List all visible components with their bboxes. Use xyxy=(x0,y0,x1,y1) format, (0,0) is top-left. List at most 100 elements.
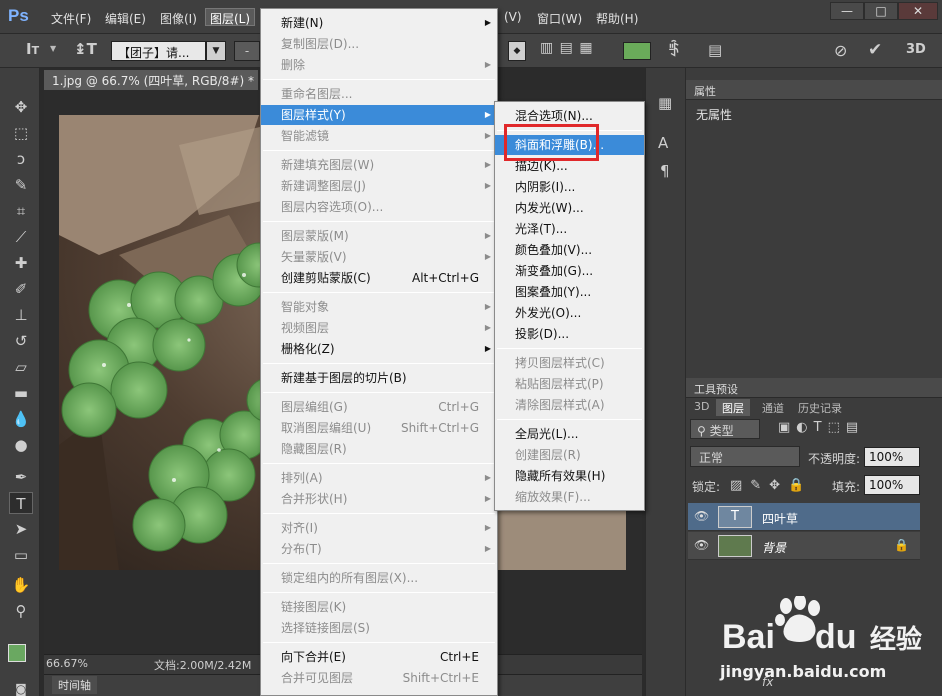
layer-menu-item-16[interactable]: 智能对象 ▶ xyxy=(261,297,497,317)
lasso-tool-icon[interactable]: ↄ xyxy=(9,148,33,170)
path-selection-tool-icon[interactable]: ➤ xyxy=(9,518,33,540)
type-tool-icon[interactable]: ⅠT xyxy=(26,40,39,58)
eyedropper-tool-icon[interactable]: ⟋ xyxy=(9,226,33,248)
layer-style-item-14[interactable]: 粘贴图层样式(P) xyxy=(495,374,644,394)
layer-name[interactable]: 四叶草 xyxy=(762,510,798,527)
rectangle-tool-icon[interactable]: ▭ xyxy=(9,544,33,566)
brush-tool-icon[interactable]: ✐ xyxy=(9,278,33,300)
3d-button[interactable]: 3D xyxy=(906,42,926,57)
layer-filter-select[interactable]: ⚲ 类型 xyxy=(690,419,760,439)
quick-select-tool-icon[interactable]: ✎ xyxy=(9,174,33,196)
foreground-color-swatch[interactable] xyxy=(8,644,26,662)
layer-style-item-6[interactable]: 光泽(T)... xyxy=(495,219,644,239)
tab-history[interactable]: 历史记录 xyxy=(792,399,848,416)
layer-menu-item-14[interactable]: 创建剪贴蒙版(C) Alt+Ctrl+G xyxy=(261,268,497,288)
marquee-tool-icon[interactable]: ⬚ xyxy=(9,122,33,144)
visibility-eye-icon[interactable]: 👁 xyxy=(694,538,709,552)
layer-menu-item-38[interactable]: 合并可见图层 Shift+Ctrl+E xyxy=(261,668,497,688)
menu-image[interactable]: 图像(I) xyxy=(156,9,201,27)
character-icon[interactable]: A xyxy=(658,134,668,152)
text-color-swatch[interactable] xyxy=(623,42,651,60)
layer-menu-item-35[interactable]: 选择链接图层(S) xyxy=(261,618,497,638)
layer-menu-item-29[interactable]: 对齐(I) ▶ xyxy=(261,518,497,538)
clone-stamp-tool-icon[interactable]: ⊥ xyxy=(9,304,33,326)
chevron-down-icon[interactable]: ▼ xyxy=(50,44,56,53)
warp-text-icon[interactable]: ꆕ xyxy=(668,40,680,60)
layer-menu-item-4[interactable]: 重命名图层... xyxy=(261,84,497,104)
font-family-field[interactable]: 【团子】请... xyxy=(111,41,206,61)
properties-icon[interactable]: ▦ xyxy=(658,94,672,112)
font-style-field[interactable]: - xyxy=(234,41,260,61)
commit-icon[interactable]: ✔ xyxy=(868,40,882,60)
layer-row-background[interactable]: 👁 背景 🔒 xyxy=(688,532,920,560)
gradient-tool-icon[interactable]: ▬ xyxy=(9,382,33,404)
layer-menu-item-32[interactable]: 锁定组内的所有图层(X)... xyxy=(261,568,497,588)
layer-menu-item-8[interactable]: 新建填充图层(W) ▶ xyxy=(261,155,497,175)
close-window-button[interactable]: ✕ xyxy=(898,2,938,20)
toggle-orientation-icon[interactable]: ↨T xyxy=(74,40,97,58)
menu-help[interactable]: 帮助(H) xyxy=(592,9,642,27)
layer-style-item-20[interactable]: 缩放效果(F)... xyxy=(495,487,644,507)
document-size[interactable]: 文档:2.00M/2.42M xyxy=(154,657,251,673)
layer-row-text[interactable]: 👁 T 四叶草 xyxy=(688,503,920,531)
paragraph-icon[interactable]: ¶ xyxy=(660,162,670,180)
dodge-tool-icon[interactable]: ● xyxy=(9,434,33,456)
anti-alias-dropdown[interactable]: ◆ xyxy=(508,41,526,61)
layer-style-item-10[interactable]: 外发光(O)... xyxy=(495,303,644,323)
layer-style-item-4[interactable]: 内阴影(I)... xyxy=(495,177,644,197)
minimize-button[interactable]: — xyxy=(830,2,864,20)
character-panel-icon[interactable]: ▤ xyxy=(708,41,722,59)
layer-menu-item-30[interactable]: 分布(T) ▶ xyxy=(261,539,497,559)
layer-menu-item-24[interactable]: 隐藏图层(R) xyxy=(261,439,497,459)
visibility-eye-icon[interactable]: 👁 xyxy=(694,509,709,523)
blur-tool-icon[interactable]: 💧 xyxy=(9,408,33,430)
layer-menu-item-34[interactable]: 链接图层(K) xyxy=(261,597,497,617)
tab-channels[interactable]: 通道 xyxy=(756,399,790,416)
layer-style-item-17[interactable]: 全局光(L)... xyxy=(495,424,644,444)
zoom-level[interactable]: 66.67% xyxy=(46,657,88,670)
properties-title[interactable]: 属性 xyxy=(694,85,716,98)
layer-style-item-11[interactable]: 投影(D)... xyxy=(495,324,644,344)
timeline-tab[interactable]: 时间轴 xyxy=(52,676,97,694)
layer-style-item-5[interactable]: 内发光(W)... xyxy=(495,198,644,218)
menu-view[interactable]: (V) xyxy=(500,9,526,27)
cancel-icon[interactable]: ⊘ xyxy=(834,41,847,60)
layer-menu-item-9[interactable]: 新建调整图层(J) ▶ xyxy=(261,176,497,196)
zoom-tool-icon[interactable]: ⚲ xyxy=(9,600,33,622)
layer-style-item-19[interactable]: 隐藏所有效果(H) xyxy=(495,466,644,486)
layer-style-item-7[interactable]: 颜色叠加(V)... xyxy=(495,240,644,260)
tab-layers[interactable]: 图层 xyxy=(716,399,750,416)
type-tool-icon[interactable]: T xyxy=(9,492,33,514)
layer-menu-item-13[interactable]: 矢量蒙版(V) ▶ xyxy=(261,247,497,267)
layer-menu-item-12[interactable]: 图层蒙版(M) ▶ xyxy=(261,226,497,246)
menu-window[interactable]: 窗口(W) xyxy=(533,9,586,27)
font-family-dropdown[interactable]: ▼ xyxy=(206,41,226,61)
tool-presets-title[interactable]: 工具预设 xyxy=(694,383,738,396)
layer-menu-item-37[interactable]: 向下合并(E) Ctrl+E xyxy=(261,647,497,667)
layer-style-item-0[interactable]: 混合选项(N)... xyxy=(495,106,644,126)
menu-edit[interactable]: 编辑(E) xyxy=(101,9,150,27)
layer-menu-item-10[interactable]: 图层内容选项(O)... xyxy=(261,197,497,217)
opacity-field[interactable]: 100% xyxy=(864,447,920,467)
layer-menu-item-2[interactable]: 删除 ▶ xyxy=(261,55,497,75)
layer-menu-item-23[interactable]: 取消图层编组(U) Shift+Ctrl+G xyxy=(261,418,497,438)
hand-tool-icon[interactable]: ✋ xyxy=(9,574,33,596)
quick-mask-icon[interactable]: ◙ xyxy=(9,678,33,696)
layer-menu-item-27[interactable]: 合并形状(H) ▶ xyxy=(261,489,497,509)
layer-style-item-13[interactable]: 拷贝图层样式(C) xyxy=(495,353,644,373)
eraser-tool-icon[interactable]: ▱ xyxy=(9,356,33,378)
layer-style-item-9[interactable]: 图案叠加(Y)... xyxy=(495,282,644,302)
crop-tool-icon[interactable]: ⌗ xyxy=(9,200,33,222)
history-brush-tool-icon[interactable]: ↺ xyxy=(9,330,33,352)
menu-file[interactable]: 文件(F) xyxy=(47,9,95,27)
layer-menu-item-6[interactable]: 智能滤镜 ▶ xyxy=(261,126,497,146)
healing-brush-tool-icon[interactable]: ✚ xyxy=(9,252,33,274)
layer-style-item-8[interactable]: 渐变叠加(G)... xyxy=(495,261,644,281)
maximize-button[interactable]: □ xyxy=(864,2,898,20)
tab-3d[interactable]: 3D xyxy=(688,399,715,416)
document-tab[interactable]: 1.jpg @ 66.7% (四叶草, RGB/8#) * × xyxy=(44,70,274,90)
layer-style-item-18[interactable]: 创建图层(R) xyxy=(495,445,644,465)
text-align-buttons[interactable]: ▥ ▤ ▦ xyxy=(540,40,612,62)
menu-layer[interactable]: 图层(L) xyxy=(205,8,256,26)
layer-menu-item-20[interactable]: 新建基于图层的切片(B) xyxy=(261,368,497,388)
